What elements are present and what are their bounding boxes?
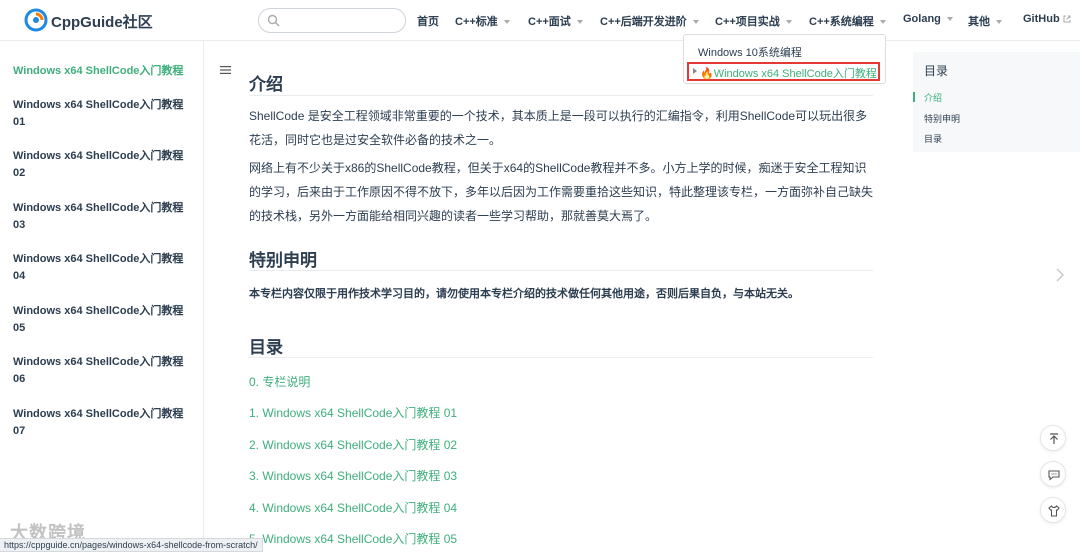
nav-item-cpp-projects[interactable]: C++项目实战 xyxy=(715,13,792,29)
toc-link-1[interactable]: 1. Windows x64 ShellCode入门教程 01 xyxy=(249,404,457,421)
chevron-down-icon xyxy=(576,20,583,25)
sidebar-item-05[interactable]: Windows x64 ShellCode入门教程 05 xyxy=(13,303,198,337)
comment-icon xyxy=(1048,470,1060,481)
chevron-down-icon xyxy=(692,20,699,25)
external-link-icon xyxy=(1063,15,1071,23)
toc-link-3[interactable]: 3. Windows x64 ShellCode入门教程 03 xyxy=(249,467,457,484)
right-toc-active-marker xyxy=(913,92,915,102)
sidebar-item-02[interactable]: Windows x64 ShellCode入门教程 02 xyxy=(13,148,198,182)
section-title-toc: 目录 xyxy=(249,338,283,357)
chevron-down-icon xyxy=(946,17,953,22)
intro-paragraph-1: ShellCode 是安全工程领域非常重要的一个技术，其本质上是一段可以执行的汇… xyxy=(249,109,868,147)
site-name[interactable]: CppGuide社区 xyxy=(51,11,153,32)
nav-item-cpp-interview[interactable]: C++面试 xyxy=(528,13,583,29)
sidebar-item-04[interactable]: Windows x64 ShellCode入门教程 04 xyxy=(13,251,198,285)
sidebar: Windows x64 ShellCode入门教程 Windows x64 Sh… xyxy=(0,41,204,552)
dropdown-menu: Windows 10系统编程 🔥Windows x64 ShellCode入门教… xyxy=(683,34,886,84)
chevron-right-icon[interactable] xyxy=(1055,268,1065,282)
sidebar-item-intro[interactable]: Windows x64 ShellCode入门教程 xyxy=(13,63,198,80)
divider xyxy=(249,270,873,271)
back-to-top-icon xyxy=(1050,433,1058,444)
chevron-down-icon xyxy=(785,20,792,25)
divider xyxy=(249,357,873,358)
nav-item-other[interactable]: 其他 xyxy=(968,13,1002,29)
right-toc-item-notice[interactable]: 特别申明 xyxy=(924,112,960,125)
hamburger-icon[interactable] xyxy=(220,66,231,74)
intro-paragraph-2: 网络上有不少关于x86的ShellCode教程，但关于x64的ShellCode… xyxy=(249,161,874,223)
comment-button[interactable] xyxy=(1040,461,1066,487)
sidebar-item-06[interactable]: Windows x64 ShellCode入门教程 06 xyxy=(13,354,198,388)
theme-button[interactable] xyxy=(1040,497,1066,523)
caret-right-icon xyxy=(693,68,697,74)
right-toc-item-toc[interactable]: 目录 xyxy=(924,132,942,145)
toc-link-0[interactable]: 0. 专栏说明 xyxy=(249,373,310,390)
section-title-intro: 介绍 xyxy=(249,75,283,94)
nav-item-cpp-backend[interactable]: C++后端开发进阶 xyxy=(600,13,699,29)
search-icon xyxy=(267,14,280,27)
theme-icon xyxy=(1048,505,1060,517)
back-to-top-button[interactable] xyxy=(1040,425,1066,451)
sidebar-item-01[interactable]: Windows x64 ShellCode入门教程 01 xyxy=(13,97,198,131)
nav-item-github[interactable]: GitHub xyxy=(1023,13,1071,25)
chevron-down-icon xyxy=(503,20,510,25)
divider xyxy=(249,95,873,96)
search-input[interactable] xyxy=(258,8,406,33)
sidebar-item-07[interactable]: Windows x64 ShellCode入门教程 07 xyxy=(13,406,198,440)
chevron-down-icon xyxy=(879,20,886,25)
section-title-notice: 特别申明 xyxy=(249,251,317,270)
right-toc-panel: 目录 介绍 特别申明 目录 xyxy=(913,52,1080,152)
nav-item-golang[interactable]: Golang xyxy=(903,13,953,25)
toc-link-2[interactable]: 2. Windows x64 ShellCode入门教程 02 xyxy=(249,436,457,453)
navbar: CppGuide社区 首页 C++标准 C++面试 C++后端开发进阶 C++项… xyxy=(0,0,1080,41)
logo-icon[interactable] xyxy=(24,8,48,32)
toc-link-4[interactable]: 4. Windows x64 ShellCode入门教程 04 xyxy=(249,499,457,516)
dropdown-item-windows10[interactable]: Windows 10系统编程 xyxy=(698,44,802,60)
right-toc-item-intro[interactable]: 介绍 xyxy=(924,91,942,104)
status-bar-url: https://cppguide.cn/pages/windows-x64-sh… xyxy=(0,538,263,552)
nav-item-cpp-standard[interactable]: C++标准 xyxy=(455,13,510,29)
nav-item-cpp-system[interactable]: C++系统编程 xyxy=(809,13,886,29)
nav-item-home[interactable]: 首页 xyxy=(417,13,439,29)
toc-link-5[interactable]: 5. Windows x64 ShellCode入门教程 05 xyxy=(249,530,457,547)
right-toc-title: 目录 xyxy=(924,64,949,78)
chevron-down-icon xyxy=(996,20,1002,25)
dropdown-item-shellcode[interactable]: 🔥Windows x64 ShellCode入门教程 xyxy=(687,62,880,81)
notice-paragraph: 本专栏内容仅限于用作技术学习目的，请勿使用本专栏介绍的技术做任何其他用途，否则后… xyxy=(249,288,799,300)
sidebar-item-03[interactable]: Windows x64 ShellCode入门教程 03 xyxy=(13,200,198,234)
